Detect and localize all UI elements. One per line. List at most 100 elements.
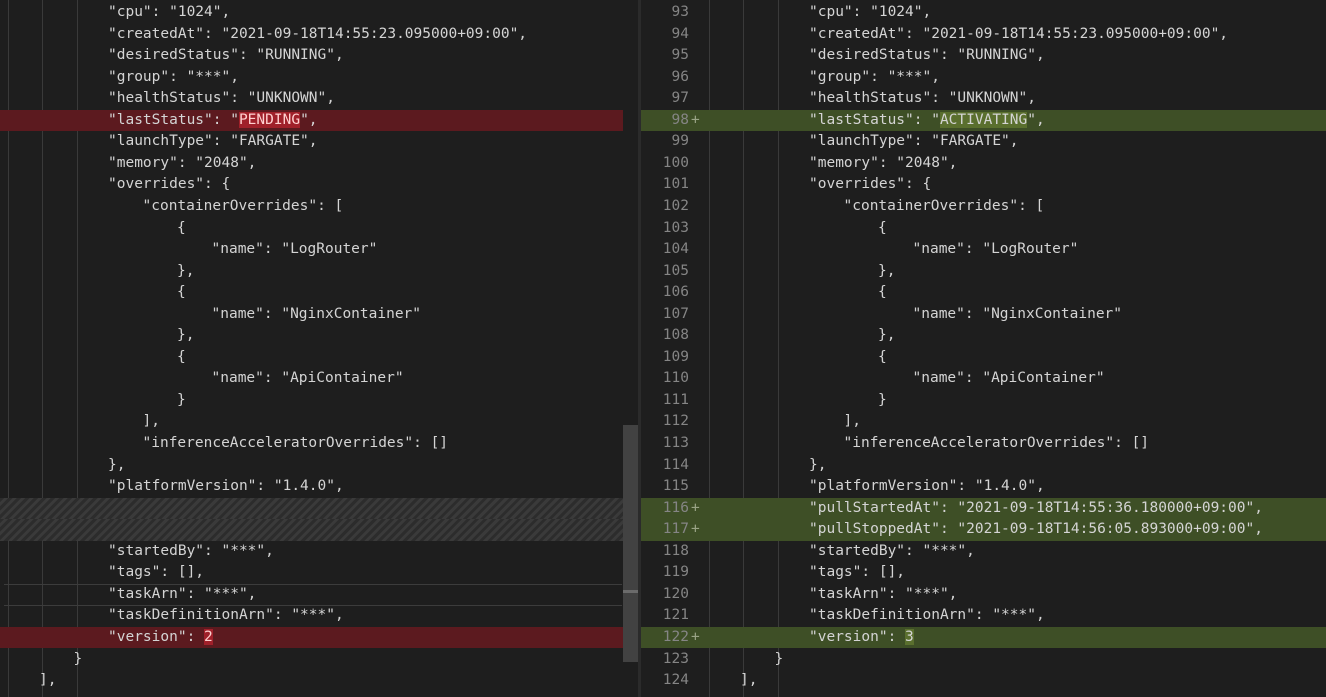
code-text: "name": "ApiContainer" <box>912 370 1105 387</box>
code-line[interactable]: 115 "platformVersion": "1.4.0", <box>641 476 1326 498</box>
code-text: "name": "NginxContainer" <box>211 305 422 322</box>
code-line[interactable]: 104 "name": "LogRouter" <box>641 239 1326 261</box>
code-line[interactable]: 112], <box>641 411 1326 433</box>
code-line[interactable]: "group": "***", <box>0 67 623 89</box>
original-pane-scrollbar[interactable] <box>623 0 638 697</box>
code-line[interactable]: "version": 2 <box>0 626 623 649</box>
code-line[interactable]: 111} <box>641 390 1326 412</box>
code-line[interactable]: ], <box>0 670 623 692</box>
code-line[interactable]: 94 "createdAt": "2021-09-18T14:55:23.0950… <box>641 24 1326 46</box>
code-text: } <box>177 391 186 408</box>
code-line[interactable]: 93 "cpu": "1024", <box>641 2 1326 24</box>
code-line[interactable]: 113 "inferenceAcceleratorOverrides": [] <box>641 433 1326 455</box>
current-line-border <box>4 583 622 585</box>
scrollbar-thumb[interactable] <box>623 425 638 662</box>
code-line[interactable]: "name": "ApiContainer" <box>0 368 623 390</box>
code-text: "taskDefinitionArn": "***", <box>108 607 344 624</box>
code-line[interactable]: 120 "taskArn": "***", <box>641 584 1326 606</box>
code-text: ], <box>142 413 160 430</box>
code-line[interactable]: }, <box>0 261 623 283</box>
code-line[interactable]: } <box>0 649 623 671</box>
code-text: "desiredStatus": "RUNNING", <box>108 47 344 64</box>
line-number: 116 <box>662 499 689 516</box>
diff-filler-line <box>0 519 623 541</box>
code-line[interactable]: 96 "group": "***", <box>641 67 1326 89</box>
code-line[interactable]: "taskDefinitionArn": "***", <box>0 605 623 627</box>
code-line[interactable]: 99 "launchType": "FARGATE", <box>641 131 1326 153</box>
code-line[interactable]: { <box>0 347 623 369</box>
code-line[interactable]: "containerOverrides": [ <box>0 196 623 218</box>
code-line[interactable]: { <box>0 282 623 304</box>
added-text: ACTIVATING <box>939 111 1028 128</box>
code-line[interactable]: "cpu": "1024", <box>0 2 623 24</box>
code-text: "version": 2 <box>108 627 213 649</box>
code-line[interactable]: 95 "desiredStatus": "RUNNING", <box>641 45 1326 67</box>
code-text: { <box>878 348 887 365</box>
code-line[interactable]: "healthStatus": "UNKNOWN", <box>0 88 623 110</box>
code-line[interactable]: { <box>0 218 623 240</box>
line-number: 103 <box>662 219 689 236</box>
code-line[interactable]: 117 + "pullStoppedAt": "2021-09-18T14:56:0… <box>641 519 1326 541</box>
code-line[interactable]: 110 "name": "ApiContainer" <box>641 368 1326 390</box>
diff-filler-line <box>0 497 623 520</box>
line-number: 100 <box>662 154 689 171</box>
code-line[interactable]: 103 { <box>641 218 1326 240</box>
code-line[interactable]: 114}, <box>641 455 1326 477</box>
diff-modified-pane[interactable]: 93 "cpu": "1024", 94 "createdAt": "2021-09-… <box>641 0 1326 697</box>
line-number: 105 <box>662 262 689 279</box>
code-text: }, <box>809 456 827 473</box>
code-line[interactable]: "launchType": "FARGATE", <box>0 131 623 153</box>
code-line[interactable]: 101 "overrides": { <box>641 174 1326 196</box>
code-text-after: ", <box>1027 111 1045 128</box>
code-line[interactable]: 118 "startedBy": "***", <box>641 541 1326 563</box>
code-line[interactable]: 124], <box>641 670 1326 692</box>
code-text: "group": "***", <box>809 68 940 85</box>
code-line[interactable]: } <box>0 390 623 412</box>
code-line[interactable]: "startedBy": "***", <box>0 541 623 563</box>
removed-text: 2 <box>204 628 213 645</box>
code-line[interactable]: 122 + "version": 3 <box>641 626 1326 649</box>
code-line[interactable]: 98 + "lastStatus": "ACTIVATING", <box>641 109 1326 132</box>
code-text: }, <box>177 327 195 344</box>
code-line[interactable]: "taskArn": "***", <box>0 584 623 606</box>
code-line[interactable]: 102 "containerOverrides": [ <box>641 196 1326 218</box>
code-line[interactable]: 119 "tags": [], <box>641 562 1326 584</box>
code-line[interactable]: 109 { <box>641 347 1326 369</box>
line-number: 97 <box>671 90 689 107</box>
code-line[interactable]: }, <box>0 455 623 477</box>
code-line[interactable]: 100 "memory": "2048", <box>641 153 1326 175</box>
code-line[interactable]: 123} <box>641 649 1326 671</box>
line-number: 118 <box>662 542 689 559</box>
code-line[interactable]: "lastStatus": "PENDING", <box>0 109 623 132</box>
code-text-before: "version": <box>108 628 205 645</box>
code-line[interactable]: "overrides": { <box>0 174 623 196</box>
code-line[interactable]: "name": "LogRouter" <box>0 239 623 261</box>
code-line[interactable]: 116 + "pullStartedAt": "2021-09-18T14:55:3… <box>641 497 1326 520</box>
code-line[interactable]: 97 "healthStatus": "UNKNOWN", <box>641 88 1326 110</box>
line-number: 94 <box>671 25 689 42</box>
code-line[interactable]: "desiredStatus": "RUNNING", <box>0 45 623 67</box>
diff-original-pane[interactable]: "cpu": "1024", "createdAt": "2021-09-18T1… <box>0 0 623 697</box>
code-text: "taskDefinitionArn": "***", <box>809 607 1045 624</box>
code-line[interactable]: 108}, <box>641 325 1326 347</box>
code-text: { <box>177 284 186 301</box>
code-line[interactable]: "inferenceAcceleratorOverrides": [] <box>0 433 623 455</box>
code-text: "memory": "2048", <box>108 154 257 171</box>
added-marker: + <box>691 628 700 645</box>
code-line[interactable]: 121 "taskDefinitionArn": "***", <box>641 605 1326 627</box>
code-line[interactable]: "name": "NginxContainer" <box>0 304 623 326</box>
code-line[interactable]: "platformVersion": "1.4.0", <box>0 476 623 498</box>
code-line[interactable]: ], <box>0 411 623 433</box>
code-text: { <box>878 219 887 236</box>
code-text: "name": "LogRouter" <box>912 241 1079 258</box>
code-text: "tags": [], <box>809 564 906 581</box>
code-line[interactable]: 107 "name": "NginxContainer" <box>641 304 1326 326</box>
code-line[interactable]: "tags": [], <box>0 562 623 584</box>
code-line[interactable]: }, <box>0 325 623 347</box>
code-line[interactable]: 106 { <box>641 282 1326 304</box>
code-text: "healthStatus": "UNKNOWN", <box>108 90 335 107</box>
code-line[interactable]: "memory": "2048", <box>0 153 623 175</box>
code-line[interactable]: "createdAt": "2021-09-18T14:55:23.095000… <box>0 24 623 46</box>
code-text: "taskArn": "***", <box>809 585 958 602</box>
code-line[interactable]: 105}, <box>641 261 1326 283</box>
